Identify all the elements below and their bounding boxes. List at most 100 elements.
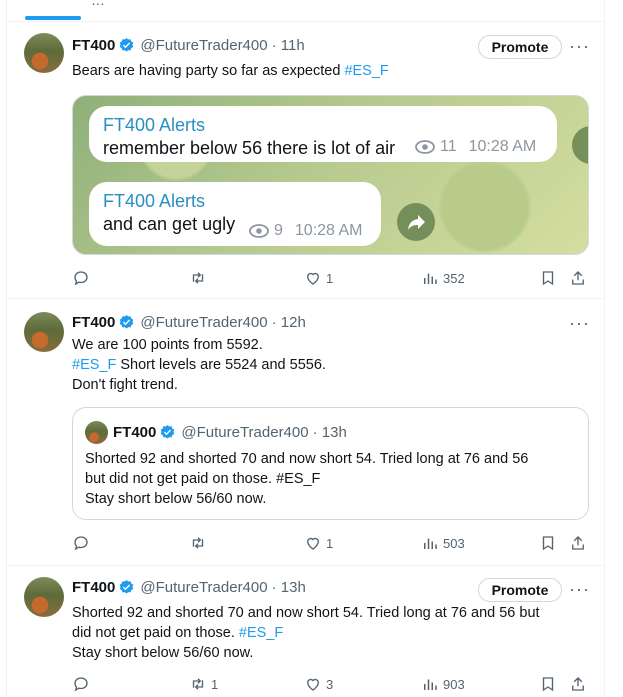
hashtag-link[interactable]: #ES_F xyxy=(72,357,116,373)
timeline: … FT400 @FutureTrader400 · 11h Promote ·… xyxy=(6,0,605,697)
bubble-views: 9 xyxy=(274,222,283,239)
eye-icon xyxy=(415,140,435,154)
tweet-header: FT400 @FutureTrader400 · 13h xyxy=(72,579,306,596)
views-button[interactable]: 352 xyxy=(421,269,465,287)
more-options-icon[interactable]: ··· xyxy=(569,37,590,55)
quoted-line-text: but did not get paid on those. xyxy=(85,471,277,487)
share-icon xyxy=(572,536,584,550)
like-button[interactable]: 1 xyxy=(304,534,333,552)
tweet-line: Stay short below 56/60 now. xyxy=(72,645,254,661)
promote-button[interactable]: Promote xyxy=(478,35,562,59)
reply-icon xyxy=(74,271,88,286)
verified-badge-icon xyxy=(120,315,134,329)
tab-strip: … xyxy=(7,0,604,22)
share-button[interactable] xyxy=(569,534,587,552)
analytics-icon xyxy=(424,679,437,690)
views-button[interactable]: 903 xyxy=(421,675,465,693)
more-options-icon[interactable]: ··· xyxy=(569,580,590,598)
retweet-button[interactable] xyxy=(189,269,211,287)
bookmark-button[interactable] xyxy=(539,534,557,552)
like-button[interactable]: 1 xyxy=(304,269,333,287)
tweet[interactable]: FT400 @FutureTrader400 · 13h Promote ···… xyxy=(7,567,604,697)
heart-icon xyxy=(307,678,319,691)
quoted-tweet-time[interactable]: · 13h xyxy=(313,424,347,441)
analytics-icon xyxy=(424,273,437,284)
verified-badge-icon xyxy=(120,580,134,594)
avatar[interactable] xyxy=(24,577,64,617)
bubble-time: 10:28 AM xyxy=(294,222,363,239)
quoted-line: Shorted 92 and shorted 70 and now short … xyxy=(85,451,529,467)
author-name[interactable]: FT400 xyxy=(72,314,115,331)
bookmark-button[interactable] xyxy=(539,269,557,287)
reply-button[interactable] xyxy=(72,269,94,287)
tab-label[interactable]: … xyxy=(91,0,105,8)
author-handle[interactable]: @FutureTrader400 xyxy=(140,314,267,331)
like-button[interactable]: 3 xyxy=(304,675,333,693)
media-image[interactable]: FT400 Alerts remember below 56 there is … xyxy=(72,95,589,255)
action-bar: 1 503 xyxy=(72,534,592,554)
retweet-count: 1 xyxy=(211,676,219,692)
bubble-sender: FT400 Alerts xyxy=(103,191,206,211)
share-button[interactable] xyxy=(569,675,587,693)
tweet-header: FT400 @FutureTrader400 · 11h xyxy=(72,37,305,54)
verified-badge-icon xyxy=(120,38,134,52)
share-arrow-icon xyxy=(408,215,425,230)
bookmark-icon xyxy=(542,536,554,551)
forward-icon[interactable] xyxy=(572,126,588,164)
author-name[interactable]: FT400 xyxy=(72,579,115,596)
bookmark-icon xyxy=(542,271,554,286)
retweet-icon xyxy=(192,537,204,549)
quoted-header: FT400 @FutureTrader400 · 13h xyxy=(113,424,347,441)
heart-icon xyxy=(307,537,319,550)
tweet-time[interactable]: · 11h xyxy=(272,37,305,54)
avatar[interactable] xyxy=(24,312,64,352)
tweet-text-body: Bears are having party so far as expecte… xyxy=(72,63,345,79)
quoted-author-name[interactable]: FT400 xyxy=(113,424,156,441)
tweet-text: Bears are having party so far as expecte… xyxy=(72,61,389,81)
quoted-line: but did not get paid on those. #ES_F xyxy=(85,469,528,489)
bubble-time: 10:28 AM xyxy=(468,138,537,155)
verified-badge-icon xyxy=(161,425,175,439)
tweet-line: #ES_F Short levels are 5524 and 5556. xyxy=(72,355,326,375)
forward-icon[interactable] xyxy=(397,203,435,241)
quoted-author-handle[interactable]: @FutureTrader400 xyxy=(181,424,308,441)
promote-button[interactable]: Promote xyxy=(478,578,562,602)
bubble-views: 11 xyxy=(440,138,457,155)
view-count: 352 xyxy=(443,270,465,286)
hashtag-link[interactable]: #ES_F xyxy=(344,63,388,79)
reply-button[interactable] xyxy=(72,534,94,552)
tweet-time[interactable]: · 13h xyxy=(272,579,306,596)
tweet-line: Shorted 92 and shorted 70 and now short … xyxy=(72,605,540,621)
tab-active-indicator xyxy=(25,16,81,20)
share-icon xyxy=(572,271,584,285)
tweet-text: We are 100 points from 5592. #ES_F Short… xyxy=(72,335,326,395)
retweet-icon xyxy=(192,272,204,284)
tweet-line: did not get paid on those. #ES_F xyxy=(72,623,540,643)
more-options-icon[interactable]: ··· xyxy=(569,314,590,332)
tweet-line-text: did not get paid on those. xyxy=(72,625,239,641)
bookmark-button[interactable] xyxy=(539,675,557,693)
tweet[interactable]: FT400 @FutureTrader400 · 11h Promote ···… xyxy=(7,23,604,299)
retweet-button[interactable] xyxy=(189,534,211,552)
reply-button[interactable] xyxy=(72,675,94,693)
hashtag-link[interactable]: #ES_F xyxy=(239,625,283,641)
share-button[interactable] xyxy=(569,269,587,287)
retweet-button[interactable]: 1 xyxy=(189,675,218,693)
quoted-text: Shorted 92 and shorted 70 and now short … xyxy=(85,449,528,509)
heart-icon xyxy=(307,272,319,285)
tweet[interactable]: FT400 @FutureTrader400 · 12h ··· We are … xyxy=(7,300,604,566)
quoted-tweet[interactable]: FT400 @FutureTrader400 · 13h Shorted 92 … xyxy=(72,407,589,520)
tweet-line: Don't fight trend. xyxy=(72,377,178,393)
action-bar: 1 3 903 xyxy=(72,675,592,695)
view-count: 503 xyxy=(443,535,465,551)
avatar[interactable] xyxy=(24,33,64,73)
author-handle[interactable]: @FutureTrader400 xyxy=(140,579,267,596)
author-name[interactable]: FT400 xyxy=(72,37,115,54)
quoted-avatar[interactable] xyxy=(85,421,108,444)
action-bar: 1 352 xyxy=(72,269,592,289)
views-button[interactable]: 503 xyxy=(421,534,465,552)
message-bubble: FT400 Alerts and can get ugly 9 10:28 AM xyxy=(89,182,381,246)
reply-icon xyxy=(74,536,88,551)
author-handle[interactable]: @FutureTrader400 xyxy=(140,37,267,54)
tweet-time[interactable]: · 12h xyxy=(272,314,306,331)
